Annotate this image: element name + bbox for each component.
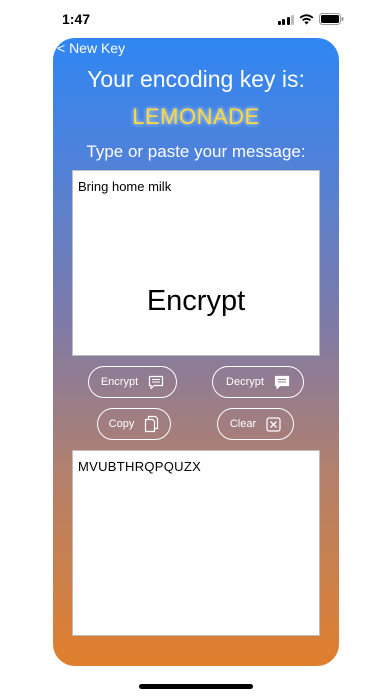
key-heading: Your encoding key is: [87, 66, 305, 92]
encoding-key-value: LEMONADE [132, 104, 260, 129]
message-outline-icon [148, 375, 164, 390]
encrypt-button[interactable]: Encrypt [88, 366, 177, 398]
output-text: MVUBTHRQPQUZX [78, 459, 202, 474]
output-field[interactable]: MVUBTHRQPQUZX [72, 450, 320, 636]
copy-documents-icon [144, 415, 159, 433]
decrypt-button[interactable]: Decrypt [212, 366, 304, 398]
battery-icon [319, 13, 344, 25]
encrypt-button-label: Encrypt [100, 376, 139, 388]
status-icons [277, 13, 345, 25]
clear-button[interactable]: Clear [217, 408, 294, 440]
message-input-text: Bring home milk [78, 179, 172, 194]
status-bar: 1:47 [0, 0, 392, 38]
copy-button-label: Copy [108, 418, 135, 430]
message-input[interactable]: Bring home milk Encrypt [72, 170, 320, 356]
message-filled-icon [274, 375, 290, 390]
copy-button[interactable]: Copy [97, 408, 171, 440]
cellular-signal-icon [277, 14, 294, 25]
encrypt-overlay-label: Encrypt [146, 285, 246, 317]
status-time: 1:47 [62, 11, 91, 27]
cipher-card: < New Key Your encoding key is: LEMONADE… [53, 38, 339, 666]
decrypt-button-label: Decrypt [226, 376, 264, 388]
new-key-back-link[interactable]: < New Key [57, 40, 125, 56]
wifi-icon [299, 13, 314, 25]
home-indicator[interactable] [139, 684, 253, 689]
clear-button-label: Clear [229, 418, 257, 430]
message-prompt-label: Type or paste your message: [86, 142, 306, 161]
clear-x-box-icon [266, 416, 281, 432]
